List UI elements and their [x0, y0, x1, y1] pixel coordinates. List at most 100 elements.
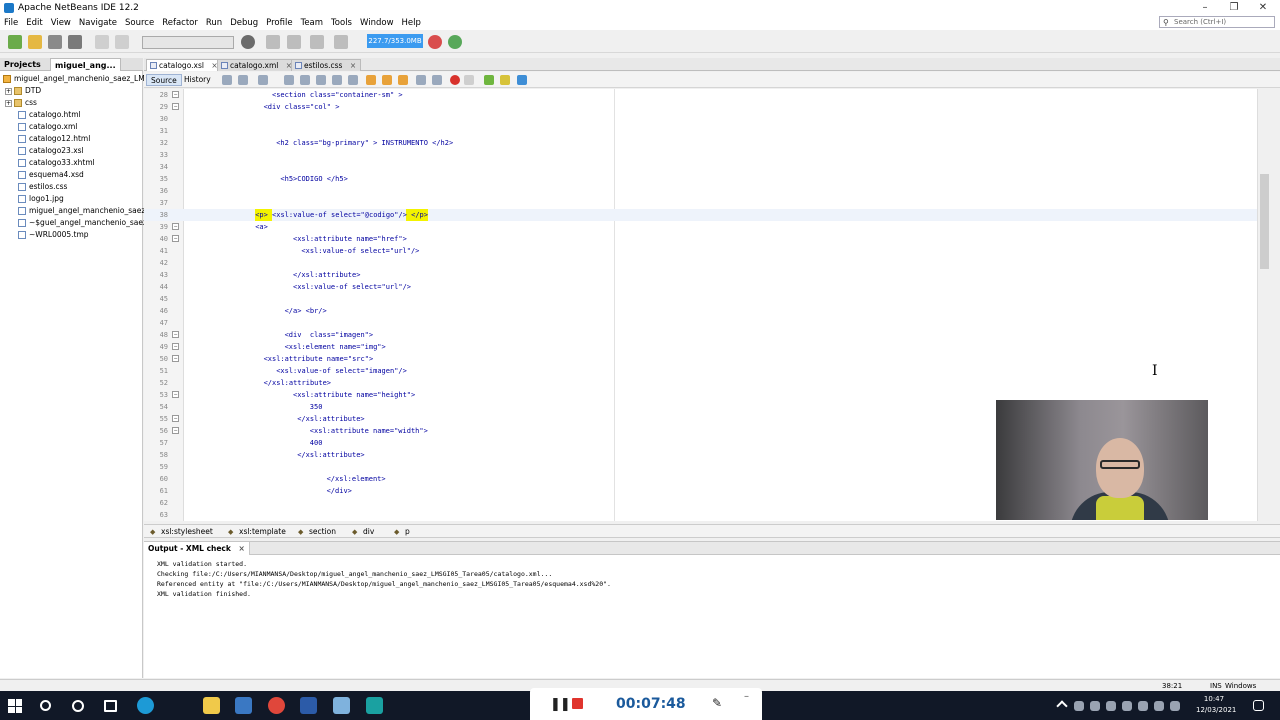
globe-icon[interactable] [241, 35, 255, 49]
code-line[interactable]: 35 <h5>CODIGO </h5> [144, 173, 1270, 185]
edge-icon[interactable] [137, 697, 154, 714]
forward-icon[interactable] [258, 75, 268, 85]
menu-file[interactable]: File [4, 18, 18, 28]
code-line[interactable]: 30 [144, 113, 1270, 125]
code-line[interactable]: 39− <a> [144, 221, 1270, 233]
code-line[interactable]: 28− <section class="container-sm" > [144, 89, 1270, 101]
tray-chevron-icon[interactable] [1056, 700, 1068, 712]
close-output-icon[interactable]: × [239, 544, 245, 553]
tab-projects[interactable]: Projects [0, 58, 45, 71]
gc-icon[interactable] [448, 35, 462, 49]
xsl-transform-icon[interactable] [517, 75, 527, 85]
windows-start-icon[interactable] [8, 699, 22, 713]
tree-item[interactable]: estilos.css [18, 181, 67, 193]
start-macro-icon[interactable] [450, 75, 460, 85]
menu-window[interactable]: Window [360, 18, 394, 28]
volume-icon[interactable] [1154, 701, 1164, 711]
tab-project-files[interactable]: miguel_ang... [50, 58, 121, 71]
run-icon[interactable] [310, 35, 324, 49]
editor-vertical-scrollbar[interactable] [1257, 89, 1270, 521]
config-combobox[interactable] [142, 36, 234, 49]
menu-view[interactable]: View [51, 18, 71, 28]
menu-profile[interactable]: Profile [266, 18, 292, 28]
mail-icon[interactable] [235, 697, 252, 714]
tray-app-icon[interactable] [1074, 701, 1084, 711]
code-line[interactable]: 47 [144, 317, 1270, 329]
cortana-icon[interactable] [72, 700, 84, 712]
pen-icon[interactable]: ✎ [712, 696, 722, 710]
chrome-icon[interactable] [268, 697, 285, 714]
code-line[interactable]: 41 <xsl:value-of select="url"/> [144, 245, 1270, 257]
menu-tools[interactable]: Tools [331, 18, 352, 28]
word-icon[interactable] [300, 697, 317, 714]
expand-icon[interactable]: + [5, 99, 12, 107]
code-line[interactable]: 37 [144, 197, 1270, 209]
close-icon[interactable]: ✕ [1248, 0, 1278, 16]
fold-icon[interactable]: − [172, 427, 179, 434]
menu-debug[interactable]: Debug [230, 18, 258, 28]
tray-app-icon[interactable] [1122, 701, 1132, 711]
source-button[interactable]: Source [146, 74, 182, 86]
build-icon[interactable] [266, 35, 280, 49]
prev-bookmark-icon[interactable] [366, 75, 376, 85]
tree-item[interactable]: + css [5, 97, 37, 109]
code-line[interactable]: 33 [144, 149, 1270, 161]
stop-record-icon[interactable] [572, 698, 583, 709]
next-bookmark-icon[interactable] [382, 75, 392, 85]
code-line[interactable]: 42 [144, 257, 1270, 269]
breadcrumb-item[interactable]: ◆ p [394, 526, 410, 538]
tree-item[interactable]: miguel_angel_manchenio_saez_LM [18, 205, 160, 217]
back-icon[interactable] [238, 75, 248, 85]
tree-item[interactable]: esquema4.xsd [18, 169, 84, 181]
minimize-icon[interactable]: – [1190, 0, 1220, 16]
tree-item[interactable]: logo1.jpg [18, 193, 64, 205]
code-line[interactable]: 49− <xsl:element name="img"> [144, 341, 1270, 353]
code-line[interactable]: 45 [144, 293, 1270, 305]
pause-icon[interactable]: ❚❚ [550, 698, 571, 711]
menu-team[interactable]: Team [301, 18, 323, 28]
find-next-icon[interactable] [316, 75, 326, 85]
code-line[interactable]: 36 [144, 185, 1270, 197]
code-line[interactable]: 44 <xsl:value-of select="url"/> [144, 281, 1270, 293]
notifications-icon[interactable] [1253, 700, 1264, 711]
shift-left-icon[interactable] [416, 75, 426, 85]
breadcrumb-item[interactable]: ◆ div [352, 526, 374, 538]
search-taskbar-icon[interactable] [40, 700, 51, 711]
code-line[interactable]: 38 <p> <xsl:value-of select="@codigo"/> <… [144, 209, 1270, 221]
stop-macro-icon[interactable] [464, 75, 474, 85]
menu-edit[interactable]: Edit [26, 18, 42, 28]
code-line[interactable]: 52 </xsl:attribute> [144, 377, 1270, 389]
tab-output-xml-check[interactable]: Output - XML check × [144, 542, 250, 555]
tree-item[interactable]: catalogo23.xsl [18, 145, 84, 157]
expand-icon[interactable]: + [5, 87, 12, 95]
code-line[interactable]: 40− <xsl:attribute name="href"> [144, 233, 1270, 245]
menu-source[interactable]: Source [125, 18, 154, 28]
recorder-minimize-icon[interactable]: – [744, 691, 749, 702]
toggle-bookmark-icon[interactable] [398, 75, 408, 85]
file-explorer-icon[interactable] [203, 697, 220, 714]
fold-icon[interactable]: − [172, 343, 179, 350]
screen-recorder-icon[interactable] [366, 697, 383, 714]
tree-item[interactable]: catalogo.xml [18, 121, 77, 133]
new-project-icon[interactable] [8, 35, 22, 49]
history-button[interactable]: History [180, 74, 215, 86]
clean-build-icon[interactable] [287, 35, 301, 49]
check-xml-icon[interactable] [484, 75, 494, 85]
tree-item[interactable]: + DTD [5, 85, 41, 97]
debug-icon[interactable] [334, 35, 348, 49]
scroll-thumb[interactable] [1260, 174, 1269, 269]
wifi-icon[interactable] [1138, 701, 1148, 711]
fold-icon[interactable]: − [172, 331, 179, 338]
last-edit-icon[interactable] [222, 75, 232, 85]
tab-estilos-css[interactable]: estilos.css × [291, 59, 362, 71]
redo-icon[interactable] [115, 35, 129, 49]
tab-catalogo-xml[interactable]: catalogo.xml × [217, 59, 298, 71]
menu-help[interactable]: Help [402, 18, 421, 28]
fold-icon[interactable]: − [172, 355, 179, 362]
fold-icon[interactable]: − [172, 235, 179, 242]
undo-icon[interactable] [95, 35, 109, 49]
menu-refactor[interactable]: Refactor [162, 18, 198, 28]
open-project-icon[interactable] [48, 35, 62, 49]
toggle-selection-icon[interactable] [348, 75, 358, 85]
code-line[interactable]: 31 [144, 125, 1270, 137]
